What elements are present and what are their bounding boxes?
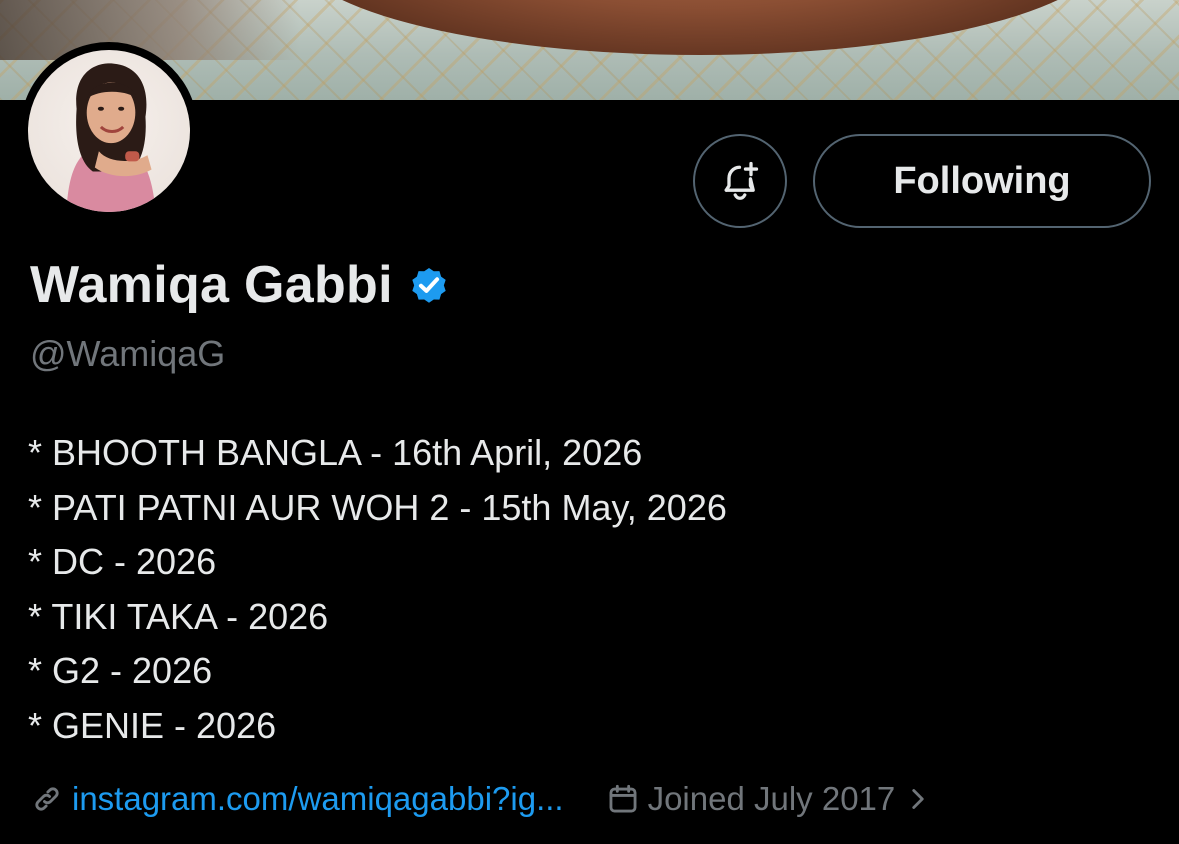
bio-line: * BHOOTH BANGLA - 16th April, 2026 xyxy=(28,432,643,473)
verified-badge-icon[interactable] xyxy=(407,263,451,307)
link-icon xyxy=(35,787,59,811)
bio-line: * TIKI TAKA - 2026 xyxy=(28,595,329,637)
avatar-photo xyxy=(66,63,156,212)
join-date[interactable]: Joined July 2017 xyxy=(648,780,896,818)
bio-line: * G2 - 2026 xyxy=(28,650,213,691)
bio-line: * GENIE - 2026 xyxy=(28,704,277,746)
chevron-right-icon[interactable] xyxy=(907,782,929,816)
profile-meta-row: instagram.com/wamiqagabbi?ig... Joined J… xyxy=(30,776,929,822)
profile-handle: @WamiqaG xyxy=(30,333,226,374)
banner-photo-face xyxy=(290,0,1110,55)
profile-bio: * BHOOTH BANGLA - 16th April, 2026 * PAT… xyxy=(28,426,727,753)
profile-name-row: Wamiqa Gabbi xyxy=(30,252,451,318)
avatar[interactable] xyxy=(28,50,190,212)
bell-plus-icon xyxy=(724,161,759,200)
banner-hair xyxy=(0,0,300,60)
calendar-icon xyxy=(609,784,637,813)
bio-line: * DC - 2026 xyxy=(28,541,217,582)
profile-website-link[interactable]: instagram.com/wamiqagabbi?ig... xyxy=(72,780,564,818)
following-button[interactable]: Following xyxy=(813,134,1151,228)
bio-line: * PATI PATNI AUR WOH 2 - 15th May, 2026 xyxy=(28,486,727,528)
notifications-button[interactable] xyxy=(693,134,787,228)
profile-name: Wamiqa Gabbi xyxy=(30,256,393,314)
